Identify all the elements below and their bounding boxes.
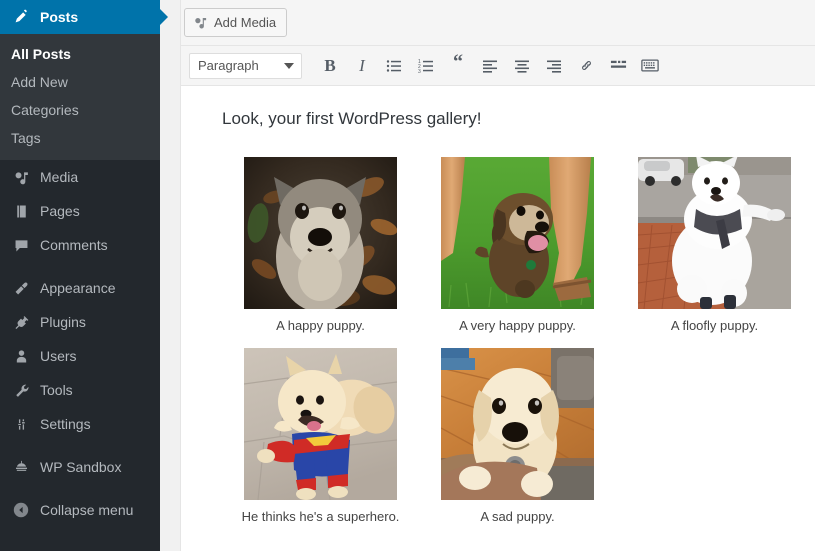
plugins-plug-icon xyxy=(11,312,31,332)
sidebar-item-label: Tools xyxy=(40,382,73,398)
gallery-caption: A happy puppy. xyxy=(276,318,365,333)
submenu-item-tags[interactable]: Tags xyxy=(0,124,160,152)
sidebar-item-appearance[interactable]: Appearance xyxy=(0,271,160,305)
bulleted-list-icon xyxy=(386,58,402,74)
gallery-image-floofly-puppy[interactable] xyxy=(638,157,791,309)
sidebar-item-label: Plugins xyxy=(40,314,86,330)
media-icon xyxy=(11,167,31,187)
sidebar-item-label: Pages xyxy=(40,203,80,219)
keyboard-toolbar-toggle-icon xyxy=(641,58,659,73)
chevron-down-icon xyxy=(284,62,294,69)
sidebar-divider xyxy=(0,441,160,450)
gallery-row: He thinks he's a superhero. A sad puppy. xyxy=(222,348,815,525)
read-more-icon xyxy=(610,57,627,74)
align-center-icon xyxy=(514,58,530,74)
gallery-image-happy-puppy[interactable] xyxy=(244,157,397,309)
collapse-menu-label: Collapse menu xyxy=(40,502,134,518)
bold-button[interactable]: B xyxy=(314,51,346,81)
sidebar-item-settings[interactable]: Settings xyxy=(0,407,160,441)
collapse-menu-button[interactable]: Collapse menu xyxy=(0,493,160,527)
settings-sliders-icon xyxy=(11,414,31,434)
toolbar-toggle-button[interactable] xyxy=(634,51,666,81)
read-more-button[interactable] xyxy=(602,51,634,81)
gallery-caption: He thinks he's a superhero. xyxy=(241,509,400,524)
blockquote-button[interactable]: “ xyxy=(442,51,474,81)
gallery-row: A happy puppy. A very happy puppy. A flo… xyxy=(222,157,815,334)
gallery-item-empty xyxy=(616,348,813,525)
bulleted-list-button[interactable] xyxy=(378,51,410,81)
blockquote-icon: “ xyxy=(453,51,463,73)
sidebar-item-label: Media xyxy=(40,169,79,185)
align-center-button[interactable] xyxy=(506,51,538,81)
wordpress-gallery: A happy puppy. A very happy puppy. A flo… xyxy=(222,157,815,525)
sidebar-item-pages[interactable]: Pages xyxy=(0,194,160,228)
media-buttons-bar: Add Media xyxy=(181,0,815,46)
numbered-list-button[interactable]: 123 xyxy=(410,51,442,81)
sandbox-icon xyxy=(11,457,31,477)
gallery-caption: A very happy puppy. xyxy=(459,318,576,333)
sidebar-divider xyxy=(0,484,160,493)
sidebar-item-posts[interactable]: Posts xyxy=(0,0,168,34)
bold-icon: B xyxy=(324,55,336,75)
gallery-image-very-happy-puppy[interactable] xyxy=(441,157,594,309)
sidebar-item-media[interactable]: Media xyxy=(0,160,160,194)
paragraph-format-select[interactable]: Paragraph xyxy=(189,52,302,79)
numbered-list-icon: 123 xyxy=(418,58,434,74)
gallery-image-superhero-puppy[interactable] xyxy=(244,348,397,500)
sidebar-item-label: Users xyxy=(40,348,77,364)
svg-text:3: 3 xyxy=(418,69,421,74)
align-right-icon xyxy=(546,58,562,74)
posts-submenu: All Posts Add New Categories Tags xyxy=(0,34,160,160)
add-media-label: Add Media xyxy=(214,15,277,30)
gallery-image-sad-puppy[interactable] xyxy=(441,348,594,500)
align-right-button[interactable] xyxy=(538,51,570,81)
sidebar-item-comments[interactable]: Comments xyxy=(0,228,160,262)
collapse-arrow-left-icon xyxy=(11,500,31,520)
media-icon xyxy=(193,15,208,30)
sidebar-item-tools[interactable]: Tools xyxy=(0,373,160,407)
gallery-caption: A sad puppy. xyxy=(480,509,555,524)
comments-icon xyxy=(11,235,31,255)
insert-link-button[interactable] xyxy=(570,51,602,81)
format-select-value: Paragraph xyxy=(198,58,259,73)
gallery-item[interactable]: A sad puppy. xyxy=(419,348,616,525)
sidebar-item-plugins[interactable]: Plugins xyxy=(0,305,160,339)
submenu-item-all-posts[interactable]: All Posts xyxy=(0,40,160,68)
post-heading: Look, your first WordPress gallery! xyxy=(222,109,482,128)
post-editor-panel: Add Media Paragraph B I 123 “ Look, your… xyxy=(180,0,815,551)
gallery-item[interactable]: A happy puppy. xyxy=(222,157,419,334)
pages-icon xyxy=(11,201,31,221)
sidebar-item-label: Comments xyxy=(40,237,108,253)
sidebar-item-label: WP Sandbox xyxy=(40,459,122,475)
add-media-button[interactable]: Add Media xyxy=(184,8,288,37)
submenu-item-add-new[interactable]: Add New xyxy=(0,68,160,96)
align-left-button[interactable] xyxy=(474,51,506,81)
italic-button[interactable]: I xyxy=(346,51,378,81)
sidebar-item-label: Posts xyxy=(40,9,79,25)
sidebar-item-users[interactable]: Users xyxy=(0,339,160,373)
admin-sidebar: Posts All Posts Add New Categories Tags … xyxy=(0,0,168,551)
tools-wrench-icon xyxy=(11,380,31,400)
link-icon xyxy=(578,57,595,74)
wordpress-admin-screen: Posts All Posts Add New Categories Tags … xyxy=(0,0,815,551)
gallery-item[interactable]: A very happy puppy. xyxy=(419,157,616,334)
sidebar-item-wp-sandbox[interactable]: WP Sandbox xyxy=(0,450,160,484)
gallery-item[interactable]: A floofly puppy. xyxy=(616,157,813,334)
submenu-item-categories[interactable]: Categories xyxy=(0,96,160,124)
align-left-icon xyxy=(482,58,498,74)
pin-icon xyxy=(11,7,31,27)
users-icon xyxy=(11,346,31,366)
appearance-brush-icon xyxy=(11,278,31,298)
italic-icon: I xyxy=(359,55,365,75)
editor-toolbar: Paragraph B I 123 “ xyxy=(181,46,815,86)
gallery-caption: A floofly puppy. xyxy=(670,318,759,333)
sidebar-item-label: Settings xyxy=(40,416,91,432)
sidebar-item-label: Appearance xyxy=(40,280,116,296)
sidebar-divider xyxy=(0,262,160,271)
post-content-area[interactable]: Look, your first WordPress gallery! A ha… xyxy=(181,87,815,551)
gallery-item[interactable]: He thinks he's a superhero. xyxy=(222,348,419,525)
